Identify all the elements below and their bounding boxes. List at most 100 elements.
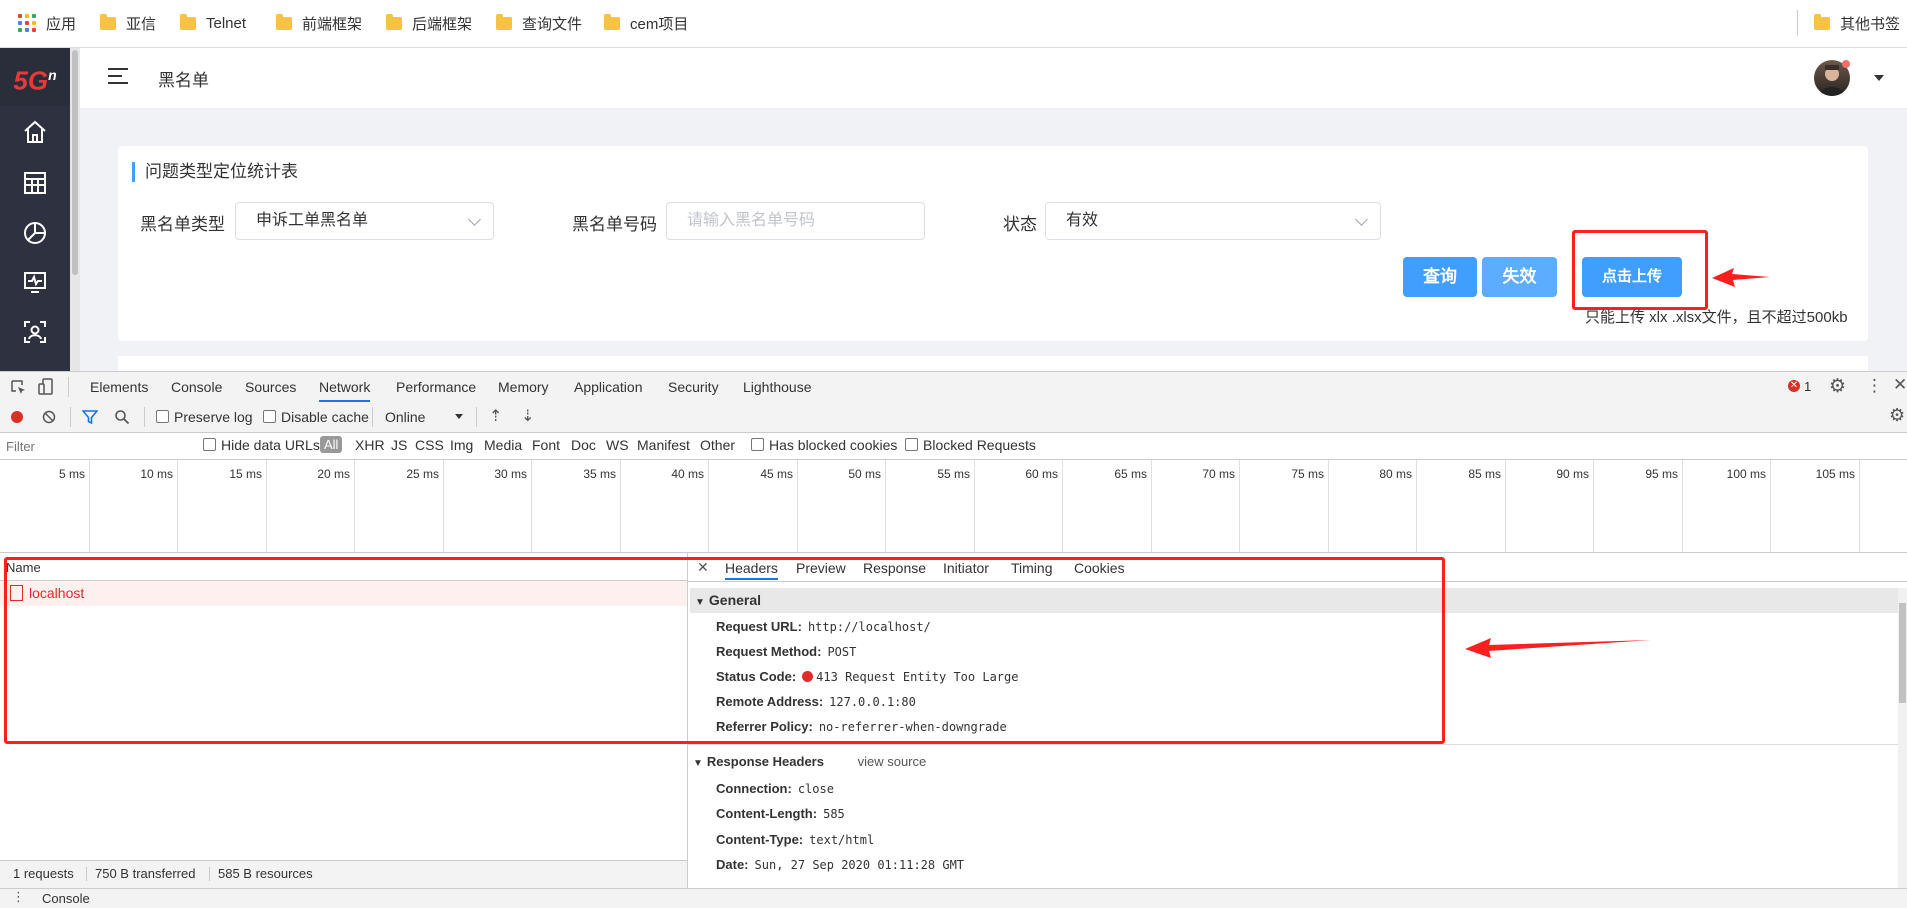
tab-performance[interactable]: Performance <box>396 379 476 395</box>
table-icon[interactable] <box>22 170 48 196</box>
filter-icon[interactable] <box>82 410 98 424</box>
bookmark-label: 查询文件 <box>522 15 583 33</box>
filter-type-js[interactable]: JS <box>391 437 407 453</box>
timeline-gridline <box>620 460 621 552</box>
disable-cache-checkbox[interactable]: Disable cache <box>263 409 369 425</box>
timeline-gridline <box>1416 460 1417 552</box>
apps-shortcut[interactable]: 应用 <box>18 12 76 34</box>
bookmark-label: 前端框架 <box>302 15 363 33</box>
network-settings-gear-icon[interactable]: ⚙ <box>1889 405 1905 426</box>
timeline-tick-label: 40 ms <box>671 467 704 481</box>
bookmark-divider <box>1797 10 1798 36</box>
hide-data-urls-label: Hide data URLs <box>221 437 320 453</box>
throttle-dropdown-icon[interactable] <box>455 414 463 419</box>
inspect-element-icon[interactable] <box>10 379 26 395</box>
tab-security[interactable]: Security <box>668 379 719 395</box>
tab-sources[interactable]: Sources <box>245 379 296 395</box>
drawer-console-tab[interactable]: Console <box>42 891 90 906</box>
toolbar-divider <box>372 407 373 427</box>
filter-type-media[interactable]: Media <box>484 437 522 453</box>
device-toolbar-icon[interactable] <box>38 378 54 396</box>
header-key: Content-Type: <box>716 832 804 847</box>
throttle-value: Online <box>385 409 426 425</box>
filter-type-font[interactable]: Font <box>532 437 560 453</box>
filter-type-xhr[interactable]: XHR <box>355 437 385 453</box>
clear-icon[interactable] <box>42 410 56 424</box>
network-timeline-overview[interactable]: 5 ms 10 ms 15 ms 20 ms 25 ms 30 ms 35 ms 40 ms 4… <box>0 460 1907 553</box>
filter-input[interactable] <box>4 436 192 456</box>
bookmark-folder[interactable]: cem项目 <box>604 12 688 34</box>
tab-elements[interactable]: Elements <box>90 379 148 395</box>
user-menu-caret-icon[interactable] <box>1874 75 1884 81</box>
drawer-menu-icon[interactable]: ⋮ <box>12 889 25 905</box>
filter-type-manifest[interactable]: Manifest <box>637 437 690 453</box>
hide-data-urls-checkbox[interactable]: Hide data URLs <box>203 437 320 453</box>
bookmark-folder[interactable]: 亚信 <box>100 12 156 34</box>
bookmark-folder[interactable]: 后端框架 <box>386 12 472 34</box>
status-select[interactable]: 有效 <box>1045 202 1381 240</box>
menu-toggle-icon[interactable] <box>108 68 128 86</box>
more-options-icon[interactable]: ⋮ <box>1866 376 1883 396</box>
monitor-icon[interactable] <box>22 269 48 295</box>
invalidate-button[interactable]: 失效 <box>1482 257 1557 297</box>
folder-icon <box>386 13 402 30</box>
bookmark-folder[interactable]: 查询文件 <box>496 12 582 34</box>
timeline-tick-label: 95 ms <box>1645 467 1678 481</box>
expand-triangle-icon: ▼ <box>693 758 703 769</box>
bookmark-label: Telnet <box>206 14 247 32</box>
preserve-log-checkbox[interactable]: Preserve log <box>156 409 253 425</box>
header-key: Content-Length: <box>716 806 818 821</box>
timeline-gridline <box>531 460 532 552</box>
header-value: 585 <box>823 807 845 821</box>
blacklist-type-label: 黑名单类型 <box>140 215 225 234</box>
timeline-tick-label: 60 ms <box>1025 467 1058 481</box>
header-row: Connection: close <box>716 781 834 796</box>
filter-type-img[interactable]: Img <box>450 437 473 453</box>
error-count[interactable]: 1 <box>1804 379 1811 394</box>
response-headers-section-header[interactable]: ▼ Response Headers view source <box>693 754 926 769</box>
sidebar-scroll-thumb[interactable] <box>72 50 78 275</box>
toolbar-divider <box>68 377 69 397</box>
timeline-gridline <box>708 460 709 552</box>
throttling-select[interactable]: Online <box>385 409 425 425</box>
blacklist-type-select[interactable]: 申诉工单黑名单 <box>235 202 494 240</box>
blacklist-number-input[interactable]: 请输入黑名单号码 <box>666 202 925 240</box>
console-drawer[interactable]: ⋮ Console <box>0 888 1907 908</box>
view-source-link[interactable]: view source <box>858 754 927 769</box>
timeline-gridline <box>1859 460 1860 552</box>
annotation-arrow-icon <box>1465 638 1651 658</box>
network-filter-bar: Hide data URLs All XHR JS CSS Img Media … <box>0 433 1907 460</box>
settings-gear-icon[interactable]: ⚙ <box>1829 375 1846 398</box>
filter-type-doc[interactable]: Doc <box>571 437 596 453</box>
bookmark-folder[interactable]: 前端框架 <box>276 12 362 34</box>
filter-type-other[interactable]: Other <box>700 437 735 453</box>
home-icon[interactable] <box>22 119 48 145</box>
filter-type-css[interactable]: CSS <box>415 437 444 453</box>
details-scroll-thumb[interactable] <box>1899 603 1906 703</box>
other-bookmarks[interactable]: 其他书签 <box>1814 12 1900 34</box>
filter-type-ws[interactable]: WS <box>606 437 629 453</box>
tab-application[interactable]: Application <box>574 379 643 395</box>
timeline-tick-label: 55 ms <box>937 467 970 481</box>
export-har-icon[interactable]: ⇣ <box>521 406 534 426</box>
bookmark-folder[interactable]: Telnet <box>180 12 246 34</box>
filter-type-all[interactable]: All <box>320 436 343 453</box>
timeline-gridline <box>1505 460 1506 552</box>
query-button[interactable]: 查询 <box>1403 257 1477 297</box>
folder-icon <box>180 13 196 30</box>
tab-network[interactable]: Network <box>319 379 371 402</box>
has-blocked-cookies-checkbox[interactable]: Has blocked cookies <box>751 437 897 453</box>
close-devtools-icon[interactable]: ✕ <box>1893 375 1907 395</box>
search-icon[interactable] <box>114 409 130 425</box>
user-card-icon[interactable] <box>22 319 48 345</box>
record-icon[interactable] <box>11 411 23 423</box>
blocked-requests-checkbox[interactable]: Blocked Requests <box>905 437 1036 453</box>
pie-chart-icon[interactable] <box>22 220 48 246</box>
import-har-icon[interactable]: ⇡ <box>489 406 502 426</box>
tab-memory[interactable]: Memory <box>498 379 549 395</box>
timeline-tick-label: 105 ms <box>1815 467 1855 481</box>
card-title: 问题类型定位统计表 <box>132 162 298 182</box>
tab-console[interactable]: Console <box>171 379 222 395</box>
timeline-gridline <box>1239 460 1240 552</box>
tab-lighthouse[interactable]: Lighthouse <box>743 379 812 395</box>
